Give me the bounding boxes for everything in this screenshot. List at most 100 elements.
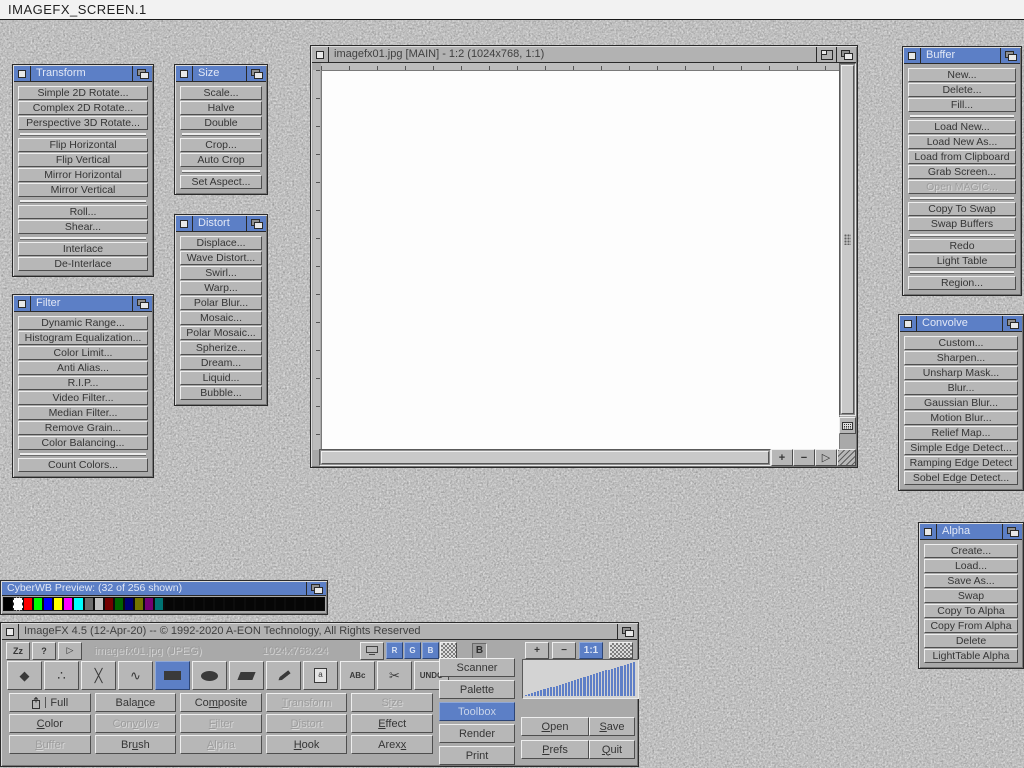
full-button[interactable]: Full [9, 693, 91, 712]
unsharp-mask-button[interactable]: Unsharp Mask... [904, 366, 1018, 380]
panel-alpha-titlebar[interactable]: Alpha [920, 524, 1022, 540]
depth-gadget-icon[interactable] [1000, 48, 1020, 63]
video-filter-button[interactable]: Video Filter... [18, 391, 148, 405]
auto-crop-button[interactable]: Auto Crop [180, 153, 262, 167]
channel-g-toggle[interactable]: G [404, 642, 421, 659]
save-button[interactable]: Save [589, 717, 635, 736]
depth-gadget-icon[interactable] [132, 66, 152, 81]
zoom-in-button[interactable]: + [525, 642, 549, 659]
displace-button[interactable]: Displace... [180, 236, 262, 250]
depth-gadget-icon[interactable] [306, 582, 326, 595]
pointer-tool[interactable]: ◆ [7, 661, 42, 690]
palette-swatch-30[interactable] [305, 597, 315, 611]
r-i-p-button[interactable]: R.I.P... [18, 376, 148, 390]
histogram-equalization-button[interactable]: Histogram Equalization... [18, 331, 148, 345]
flip-horizontal-button[interactable]: Flip Horizontal [18, 138, 148, 152]
palette-mode-button[interactable]: Palette [439, 680, 515, 699]
interlace-button[interactable]: Interlace [18, 242, 148, 256]
box-tool[interactable] [155, 661, 190, 690]
depth-gadget-icon[interactable] [836, 47, 856, 62]
image-window-titlebar[interactable]: imagefx01.jpg [MAIN] - 1:2 (1024x768, 1:… [312, 47, 856, 63]
motion-blur-button[interactable]: Motion Blur... [904, 411, 1018, 425]
copy-from-alpha-button[interactable]: Copy From Alpha [924, 619, 1018, 633]
palette-swatch-10[interactable] [104, 597, 114, 611]
liquid-button[interactable]: Liquid... [180, 371, 262, 385]
monitor-icon[interactable] [360, 642, 384, 660]
dream-button[interactable]: Dream... [180, 356, 262, 370]
color-balancing-button[interactable]: Color Balancing... [18, 436, 148, 450]
channel-b-toggle[interactable]: B [422, 642, 439, 659]
prefs-button[interactable]: Prefs [521, 740, 589, 759]
palette-window-titlebar[interactable]: CyberWB Preview: (32 of 256 shown) [2, 582, 326, 596]
zoom-in-button[interactable]: + [771, 449, 793, 466]
render-mode-button[interactable]: Render [439, 724, 515, 743]
play-icon[interactable]: ▷ [58, 642, 82, 660]
palette-swatch-23[interactable] [234, 597, 244, 611]
simple-edge-detect-button[interactable]: Simple Edge Detect... [904, 441, 1018, 455]
text-tool[interactable]: ABc [340, 661, 375, 690]
load-button[interactable]: Load... [924, 559, 1018, 573]
swap-button[interactable]: Swap [924, 589, 1018, 603]
vertical-scrollbar[interactable] [839, 63, 856, 416]
scanner-mode-button[interactable]: Scanner [439, 658, 515, 677]
halve-button[interactable]: Halve [180, 101, 262, 115]
help-button[interactable]: ? [32, 642, 56, 660]
double-button[interactable]: Double [180, 116, 262, 130]
mosaic-button[interactable]: Mosaic... [180, 311, 262, 325]
toolbar-titlebar[interactable]: ImageFX 4.5 (12-Apr-20) -- © 1992-2020 A… [2, 624, 637, 640]
panel-size-titlebar[interactable]: Size [176, 66, 266, 82]
arexx-button[interactable]: Arexx [351, 735, 433, 754]
curve-tool[interactable]: ∿ [118, 661, 153, 690]
horizontal-scroll-thumb[interactable] [321, 451, 769, 464]
depth-gadget-icon[interactable] [132, 296, 152, 311]
close-icon[interactable] [14, 66, 31, 81]
palette-swatch-27[interactable] [275, 597, 285, 611]
depth-gadget-icon[interactable] [1002, 524, 1022, 539]
line-tool[interactable]: ╳ [81, 661, 116, 690]
palette-swatch-6[interactable] [63, 597, 73, 611]
palette-swatch-1[interactable] [13, 597, 23, 611]
palette-swatch-21[interactable] [214, 597, 224, 611]
palette-swatch-26[interactable] [265, 597, 275, 611]
palette-swatch-11[interactable] [114, 597, 124, 611]
relief-map-button[interactable]: Relief Map... [904, 426, 1018, 440]
color-limit-button[interactable]: Color Limit... [18, 346, 148, 360]
palette-swatch-8[interactable] [84, 597, 94, 611]
freehand-tool[interactable] [266, 661, 301, 690]
count-colors-button[interactable]: Count Colors... [18, 458, 148, 472]
channel-r-toggle[interactable]: R [386, 642, 403, 659]
swap-buffers-button[interactable]: Swap Buffers [908, 217, 1016, 231]
close-icon[interactable] [2, 624, 19, 639]
shear-button[interactable]: Shear... [18, 220, 148, 234]
palette-swatch-29[interactable] [295, 597, 305, 611]
oval-tool[interactable] [192, 661, 227, 690]
palette-swatch-24[interactable] [245, 597, 255, 611]
panel-filter-titlebar[interactable]: Filter [14, 296, 152, 312]
simple-2d-rotate-button[interactable]: Simple 2D Rotate... [18, 86, 148, 100]
palette-swatch-17[interactable] [174, 597, 184, 611]
remove-grain-button[interactable]: Remove Grain... [18, 421, 148, 435]
copy-to-alpha-button[interactable]: Copy To Alpha [924, 604, 1018, 618]
polar-blur-button[interactable]: Polar Blur... [180, 296, 262, 310]
panel-transform-titlebar[interactable]: Transform [14, 66, 152, 82]
scissors-tool[interactable]: ✂ [377, 661, 412, 690]
vertical-scroll-thumb[interactable] [841, 65, 854, 414]
scale-button[interactable]: Scale... [180, 86, 262, 100]
palette-swatch-18[interactable] [184, 597, 194, 611]
new-button[interactable]: New... [908, 68, 1016, 82]
spherize-button[interactable]: Spherize... [180, 341, 262, 355]
depth-gadget-icon[interactable] [246, 216, 266, 231]
sleep-button[interactable]: Zz [6, 642, 30, 660]
region-button[interactable]: Region... [908, 276, 1016, 290]
zoom-out-button[interactable]: − [552, 642, 576, 659]
palette-swatch-0[interactable] [3, 597, 13, 611]
palette-swatch-19[interactable] [194, 597, 204, 611]
perspective-3d-rotate-button[interactable]: Perspective 3D Rotate... [18, 116, 148, 130]
palette-swatch-22[interactable] [224, 597, 234, 611]
close-icon[interactable] [176, 216, 193, 231]
depth-gadget-icon[interactable] [246, 66, 266, 81]
palette-swatch-12[interactable] [124, 597, 134, 611]
zoom-out-button[interactable]: − [793, 449, 815, 466]
palette-swatch-28[interactable] [285, 597, 295, 611]
palette-swatch-31[interactable] [315, 597, 325, 611]
